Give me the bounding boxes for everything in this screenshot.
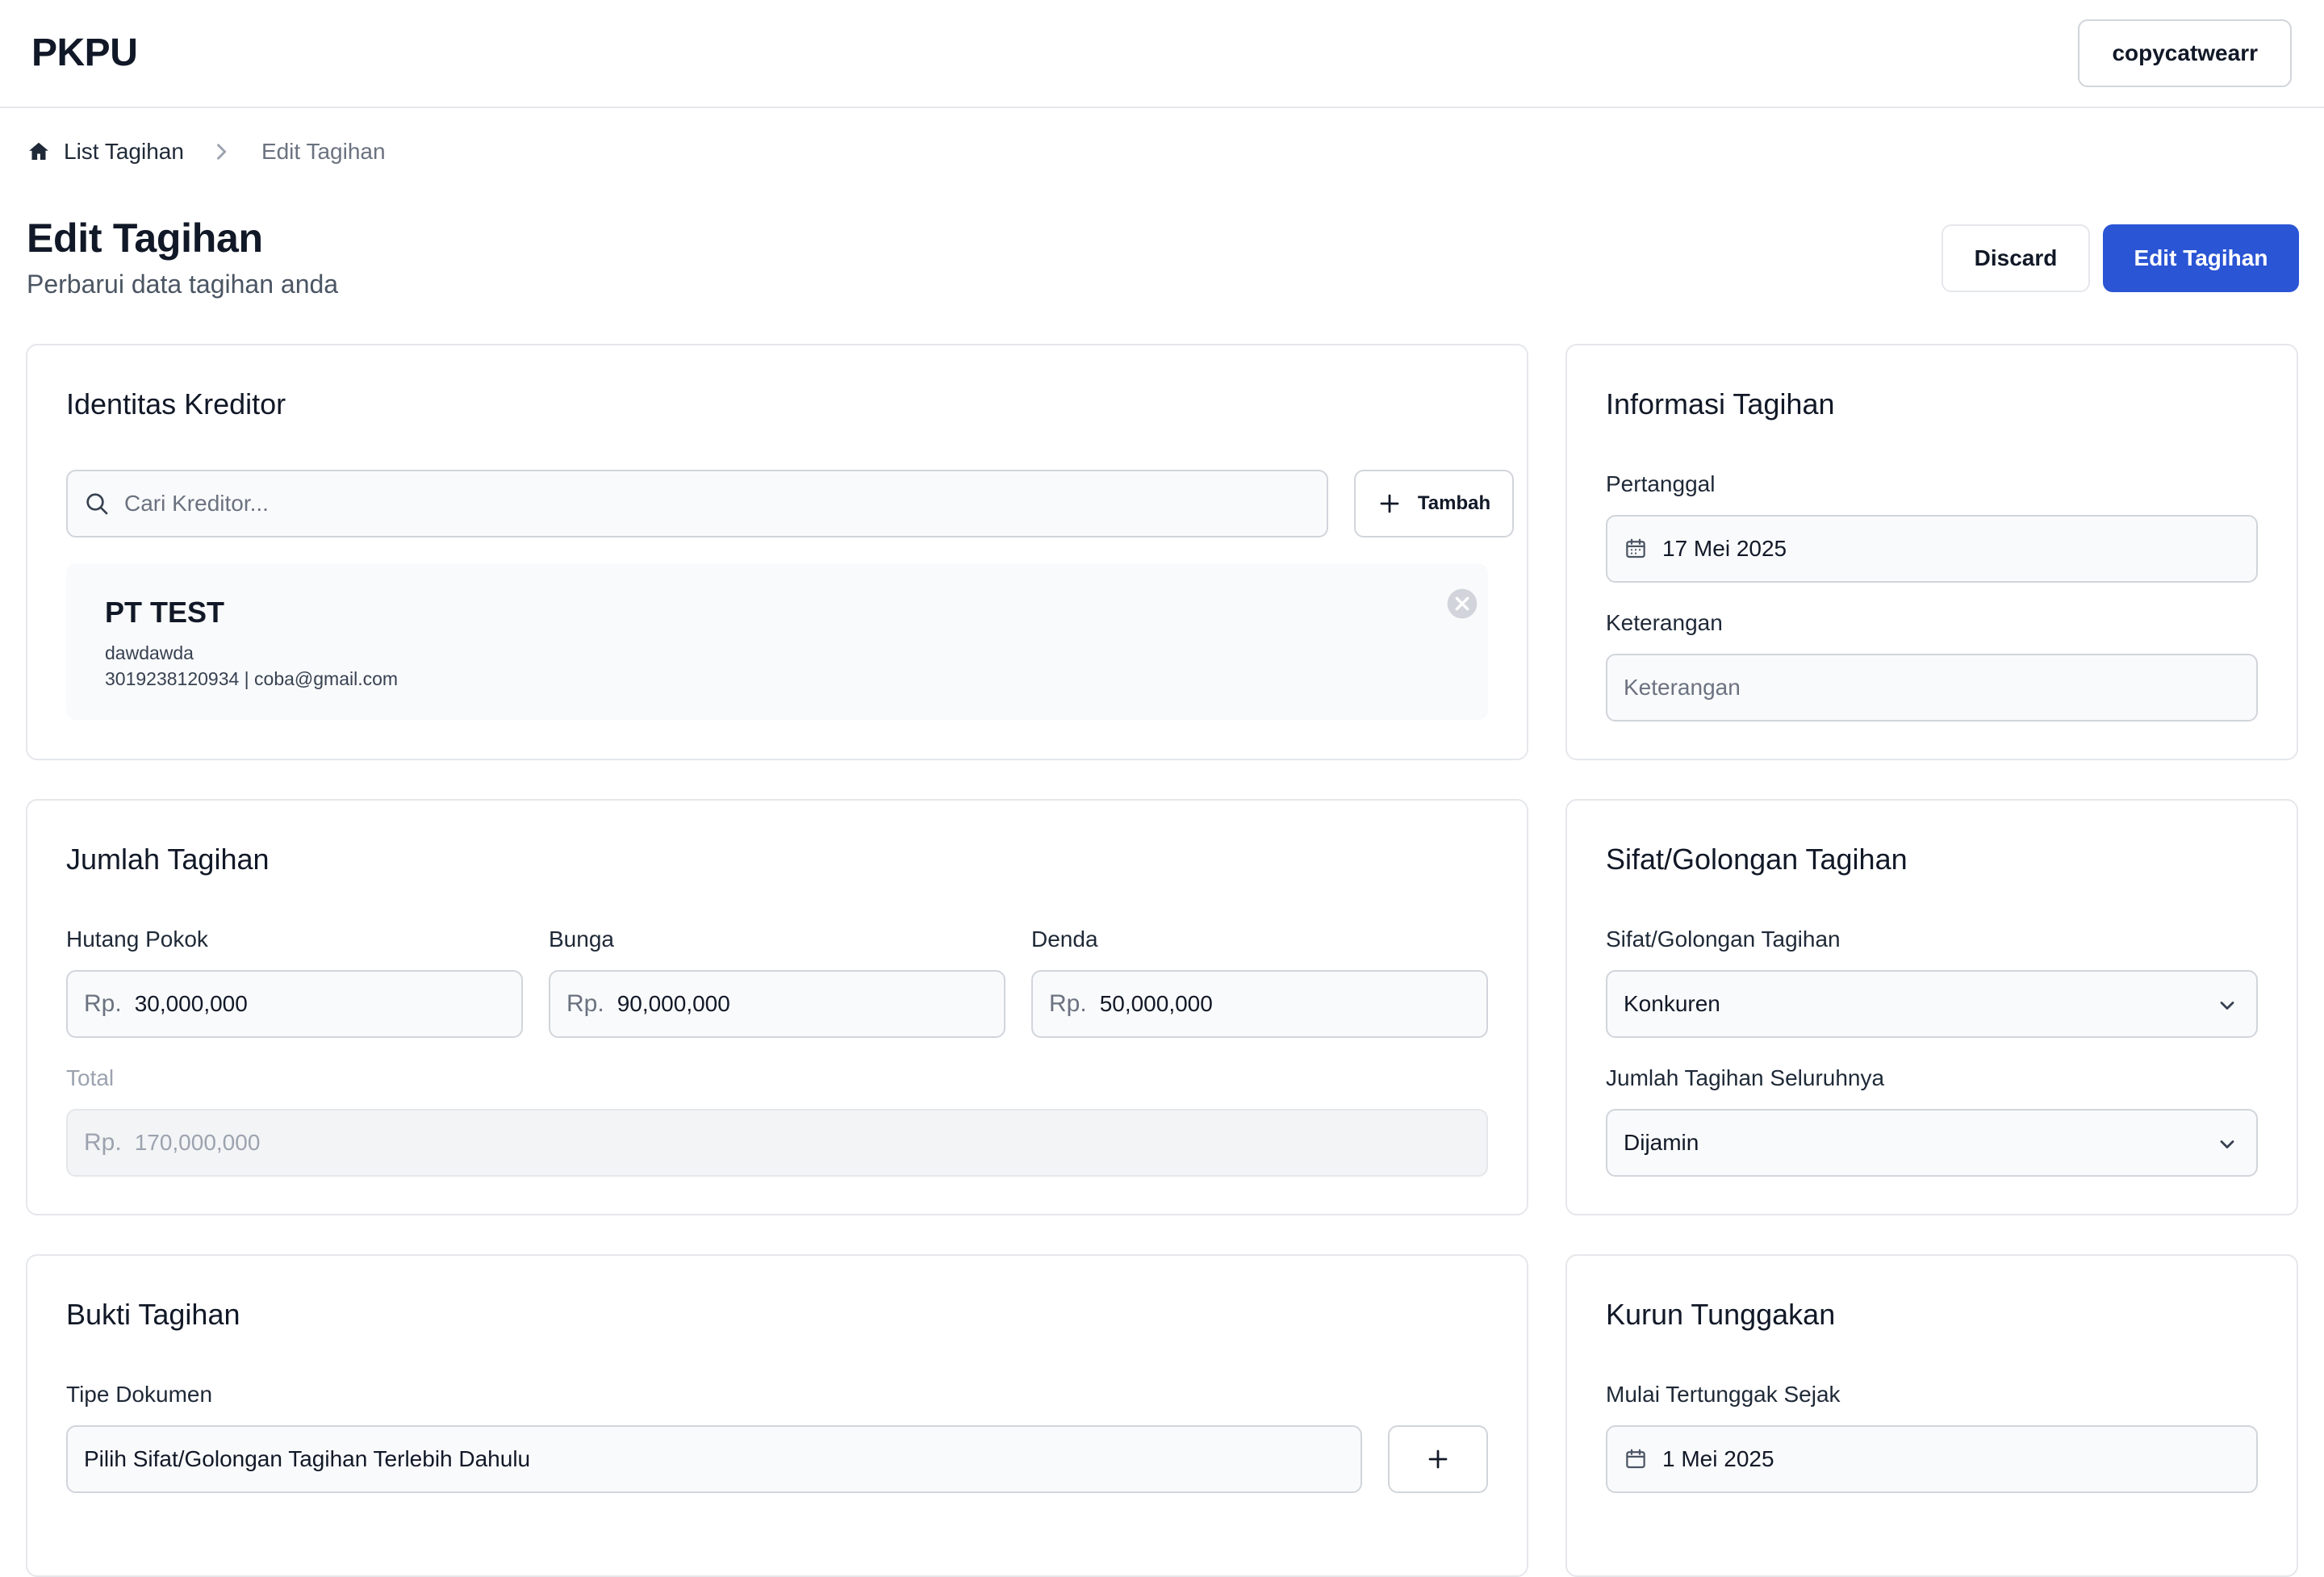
informasi-tagihan-card: Informasi Tagihan Pertanggal 17 Mei 2025… — [1565, 344, 2298, 760]
jumlah-tagihan-card: Jumlah Tagihan Hutang Pokok Rp. 30,000,0… — [26, 799, 1528, 1215]
remove-kreditor-icon[interactable] — [1446, 588, 1478, 620]
denda-value: 50,000,000 — [1099, 991, 1213, 1016]
calendar-icon — [1626, 1449, 1645, 1469]
sifat-golongan-card: Sifat/Golongan Tagihan Sifat/Golongan Ta… — [1565, 799, 2298, 1215]
app-brand[interactable]: PKPU — [31, 31, 138, 75]
card-title-informasi: Informasi Tagihan — [1606, 387, 1835, 420]
kreditor-detail-1: dawdawda — [105, 642, 194, 663]
plus-icon — [1428, 1449, 1448, 1469]
kreditor-detail-2: 3019238120934 | coba@gmail.com — [105, 668, 399, 689]
hutang-pokok-label: Hutang Pokok — [66, 927, 208, 952]
sifat-golongan-value: Konkuren — [1624, 991, 1720, 1016]
kreditor-name: PT TEST — [105, 596, 225, 629]
top-header: PKPU copycatwearr — [0, 0, 2324, 108]
currency-prefix: Rp. — [84, 990, 122, 1017]
total-value: 170,000,000 — [134, 1130, 261, 1155]
search-icon — [86, 493, 108, 515]
total-input: Rp. 170,000,000 — [66, 1109, 1488, 1177]
hutang-pokok-value: 30,000,000 — [134, 991, 248, 1016]
jumlah-seluruhnya-label: Jumlah Tagihan Seluruhnya — [1606, 1065, 1885, 1090]
card-title-kurun: Kurun Tunggakan — [1606, 1298, 1836, 1331]
user-menu-button[interactable]: copycatwearr — [2078, 19, 2292, 87]
add-dokumen-button[interactable] — [1388, 1425, 1488, 1493]
tipe-dokumen-select[interactable]: Pilih Sifat/Golongan Tagihan Terlebih Da… — [66, 1425, 1362, 1493]
hutang-pokok-input[interactable]: Rp. 30,000,000 — [66, 970, 523, 1038]
bunga-label: Bunga — [549, 927, 614, 952]
sifat-golongan-select[interactable]: Konkuren — [1606, 970, 2258, 1038]
chevron-down-icon — [2220, 1140, 2234, 1148]
card-title-jumlah: Jumlah Tagihan — [66, 843, 270, 876]
jumlah-seluruhnya-value: Dijamin — [1624, 1130, 1699, 1155]
sifat-golongan-label: Sifat/Golongan Tagihan — [1606, 927, 1841, 952]
keterangan-placeholder: Keterangan — [1624, 675, 1741, 700]
chevron-right-icon — [216, 144, 227, 160]
breadcrumb-home-label: List Tagihan — [64, 139, 184, 164]
currency-prefix: Rp. — [1049, 990, 1087, 1017]
breadcrumb-home-link[interactable]: List Tagihan — [27, 139, 184, 165]
currency-prefix: Rp. — [566, 990, 604, 1017]
denda-label: Denda — [1031, 927, 1098, 952]
mulai-tertunggak-value: 1 Mei 2025 — [1662, 1446, 1774, 1471]
add-kreditor-label: Tambah — [1417, 492, 1491, 514]
bukti-tagihan-card: Bukti Tagihan Tipe Dokumen Pilih Sifat/G… — [26, 1254, 1528, 1577]
kurun-tunggakan-card: Kurun Tunggakan Mulai Tertunggak Sejak 1… — [1565, 1254, 2298, 1577]
home-icon — [29, 142, 48, 160]
calendar-icon — [1626, 538, 1645, 558]
mulai-tertunggak-label: Mulai Tertunggak Sejak — [1606, 1382, 1841, 1407]
search-placeholder: Cari Kreditor... — [124, 491, 269, 516]
pertanggal-label: Pertanggal — [1606, 471, 1716, 496]
jumlah-seluruhnya-select[interactable]: Dijamin — [1606, 1109, 2258, 1177]
total-label: Total — [66, 1065, 115, 1090]
identitas-kreditor-card: Identitas Kreditor Cari Kreditor... Tamb… — [26, 344, 1528, 760]
kreditor-search-input[interactable]: Cari Kreditor... — [66, 470, 1328, 538]
add-kreditor-button[interactable]: Tambah — [1354, 470, 1514, 538]
selected-kreditor: PT TEST dawdawda 3019238120934 | coba@gm… — [66, 563, 1488, 720]
card-title-sifat: Sifat/Golongan Tagihan — [1606, 843, 1908, 876]
pertanggal-value: 17 Mei 2025 — [1662, 536, 1787, 561]
breadcrumb-current: Edit Tagihan — [261, 139, 386, 164]
breadcrumb: List Tagihan Edit Tagihan — [27, 139, 386, 165]
discard-button[interactable]: Discard — [1942, 224, 2090, 292]
page-subtitle: Perbarui data tagihan anda — [27, 270, 339, 299]
mulai-tertunggak-date-input[interactable]: 1 Mei 2025 — [1606, 1425, 2258, 1493]
tipe-dokumen-label: Tipe Dokumen — [66, 1382, 213, 1407]
bunga-value: 90,000,000 — [617, 991, 730, 1016]
currency-prefix: Rp. — [84, 1129, 122, 1156]
card-title-bukti: Bukti Tagihan — [66, 1298, 240, 1331]
bunga-input[interactable]: Rp. 90,000,000 — [549, 970, 1005, 1038]
card-title-identitas: Identitas Kreditor — [66, 387, 286, 420]
denda-input[interactable]: Rp. 50,000,000 — [1031, 970, 1488, 1038]
edit-tagihan-submit-button[interactable]: Edit Tagihan — [2103, 224, 2299, 292]
plus-icon — [1380, 494, 1399, 513]
page-title: Edit Tagihan — [27, 215, 263, 261]
chevron-down-icon — [2220, 1002, 2234, 1010]
keterangan-input[interactable]: Keterangan — [1606, 654, 2258, 722]
pertanggal-date-input[interactable]: 17 Mei 2025 — [1606, 515, 2258, 583]
tipe-dokumen-placeholder: Pilih Sifat/Golongan Tagihan Terlebih Da… — [84, 1446, 531, 1471]
keterangan-label: Keterangan — [1606, 610, 1723, 635]
